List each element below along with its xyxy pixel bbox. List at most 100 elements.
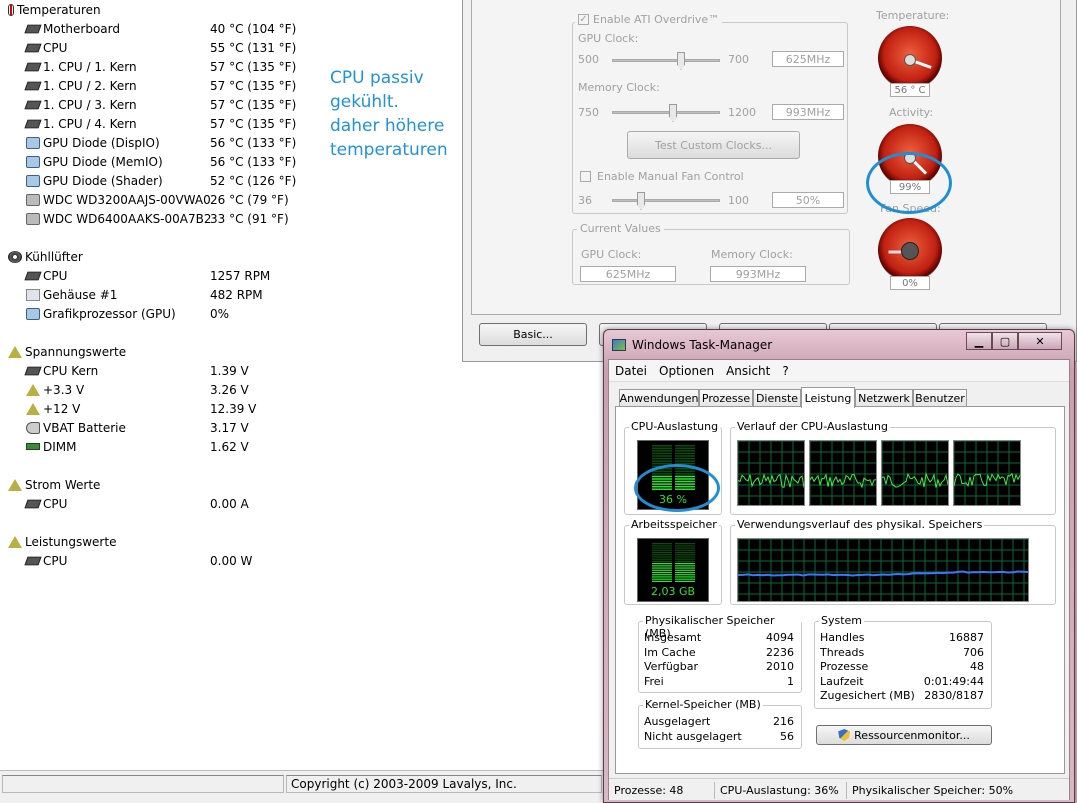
sensor-value: 57 °C (135 °F): [210, 59, 297, 74]
sensor-name: GPU Diode (DispIO): [43, 135, 160, 150]
cpu-icon: [24, 62, 42, 71]
tab-leistung[interactable]: Leistung: [801, 387, 855, 408]
info-label: Frei: [644, 674, 664, 688]
sensor-value: 0%: [210, 306, 230, 321]
minimize-icon: ▁: [974, 334, 984, 348]
meter-segment: [675, 543, 695, 545]
task-manager-icon: [612, 339, 626, 351]
info-label: Zugesichert (MB): [820, 689, 915, 702]
meter-segment: [652, 554, 672, 556]
tab-prozesse[interactable]: Prozesse: [699, 389, 753, 407]
basic-button[interactable]: Basic...: [479, 323, 587, 346]
menu-ansicht[interactable]: Ansicht: [720, 364, 776, 378]
info-value: 2236: [766, 645, 794, 659]
meter-segment: [675, 558, 695, 560]
gpu-clock-value[interactable]: 625MHz: [772, 51, 844, 67]
current-gpu-clock-label: GPU Clock:: [581, 248, 642, 261]
case-icon: [26, 288, 40, 301]
current-gpu-clock-value: 625MHz: [580, 266, 676, 282]
harddisk-icon: [26, 212, 40, 225]
meter-segment: [675, 580, 695, 582]
performance-page: CPU-Auslastung 36 % Verlauf der CPU-Ausl…: [615, 406, 1065, 774]
section-header[interactable]: Strom Werte: [8, 475, 100, 494]
cpu-icon: [24, 119, 42, 128]
sensor-name: DIMM: [43, 439, 77, 454]
info-value: 56: [780, 729, 794, 743]
section-title: Spannungswerte: [25, 344, 127, 359]
section-header[interactable]: Leistungswerte: [8, 532, 116, 551]
enable-overdrive-label: Enable ATI Overdrive™: [593, 13, 720, 26]
meter-segment: [675, 450, 695, 452]
cpu-history-group: Verlauf der CPU-Auslastung: [730, 420, 1056, 515]
menu-datei[interactable]: Datei: [609, 364, 653, 378]
memory-clock-min: 750: [578, 106, 599, 119]
sensor-value: 0.00 W: [210, 553, 253, 568]
sensor-row[interactable]: CPU 0.00 W: [24, 551, 586, 570]
thermometer-icon: [8, 3, 14, 16]
sensor-row[interactable]: +12 V 12.39 V: [26, 399, 586, 418]
info-value: 706: [963, 645, 984, 659]
section-header[interactable]: Temperaturen: [8, 0, 101, 19]
meter-segment: [675, 560, 695, 562]
resource-monitor-button[interactable]: Ressourcenmonitor...: [816, 725, 992, 745]
tab-dienste[interactable]: Dienste: [753, 389, 801, 407]
memory-history-graph: [737, 538, 1029, 602]
annotation-line: gekühlt.: [330, 92, 399, 112]
sensor-value: 57 °C (135 °F): [210, 97, 297, 112]
sensor-row[interactable]: CPU 0.00 A: [24, 494, 586, 513]
meter-segment: [652, 450, 672, 452]
temperature-label: Temperature:: [876, 9, 950, 22]
meter-segment: [675, 547, 695, 549]
gpu-clock-slider[interactable]: [612, 52, 720, 70]
meter-segment: [652, 547, 672, 549]
meter-segment: [652, 563, 672, 565]
sensor-row[interactable]: VBAT Batterie 3.17 V: [26, 418, 586, 437]
maximize-button[interactable]: ▢: [992, 332, 1018, 350]
fan-slider[interactable]: [612, 192, 720, 210]
gpu-icon: [26, 136, 40, 149]
task-manager-statusbar: Prozesse: 48 CPU-Auslastung: 36% Physika…: [609, 778, 1069, 800]
sensor-row[interactable]: CPU Kern 1.39 V: [24, 361, 586, 380]
sensor-value: 33 °C (91 °F): [210, 211, 289, 226]
info-value: 2010: [766, 660, 794, 673]
fan-value[interactable]: 50%: [772, 192, 844, 208]
gpu-icon: [26, 307, 40, 320]
sensor-name: +12 V: [43, 401, 81, 416]
gpu-clock-max: 700: [728, 53, 749, 66]
section-header[interactable]: Spannungswerte: [8, 342, 126, 361]
meter-segment: [652, 455, 672, 457]
menu-help[interactable]: ?: [776, 364, 794, 378]
info-value: 0:01:49:44: [923, 674, 984, 688]
meter-segment: [652, 567, 672, 569]
sensor-name: Grafikprozessor (GPU): [43, 306, 176, 321]
meter-segment: [652, 445, 672, 447]
info-value: 48: [970, 660, 984, 673]
memory-clock-slider[interactable]: [612, 104, 720, 122]
menu-optionen[interactable]: Optionen: [653, 364, 720, 378]
minimize-button[interactable]: ▁: [966, 332, 992, 350]
sensor-row[interactable]: +3.3 V 3.26 V: [26, 380, 586, 399]
info-label: Threads: [820, 645, 865, 659]
sensor-value: 26 °C (79 °F): [210, 192, 289, 207]
sensor-value: 52 °C (126 °F): [210, 173, 297, 188]
close-button[interactable]: ✕: [1018, 332, 1062, 350]
tab-anwendungen[interactable]: Anwendungen: [619, 389, 699, 407]
gpu-clock-label: GPU Clock:: [578, 32, 639, 45]
sensor-name: +3.3 V: [43, 382, 85, 397]
tab-benutzer[interactable]: Benutzer: [913, 389, 967, 407]
current-warning-icon: [8, 478, 22, 491]
test-custom-clocks-button[interactable]: Test Custom Clocks...: [627, 131, 800, 159]
highlight-circle-activity: [866, 152, 952, 214]
sensor-name: Gehäuse #1: [43, 287, 118, 302]
tab-netzwerk[interactable]: Netzwerk: [855, 389, 913, 407]
fan-icon: [8, 250, 22, 263]
section-header[interactable]: Kühllüfter: [8, 247, 83, 266]
titlebar: Windows Task-Manager: [612, 336, 772, 354]
info-label: Prozesse: [820, 660, 869, 673]
sensor-value: 3.17 V: [210, 420, 249, 435]
meter-segment: [675, 460, 695, 462]
memory-clock-value[interactable]: 993MHz: [772, 104, 844, 120]
sensor-row[interactable]: DIMM 1.62 V: [26, 437, 586, 456]
enable-overdrive-checkbox[interactable]: ✓ Enable ATI Overdrive™: [575, 13, 723, 26]
manual-fan-checkbox[interactable]: Enable Manual Fan Control: [580, 170, 744, 183]
